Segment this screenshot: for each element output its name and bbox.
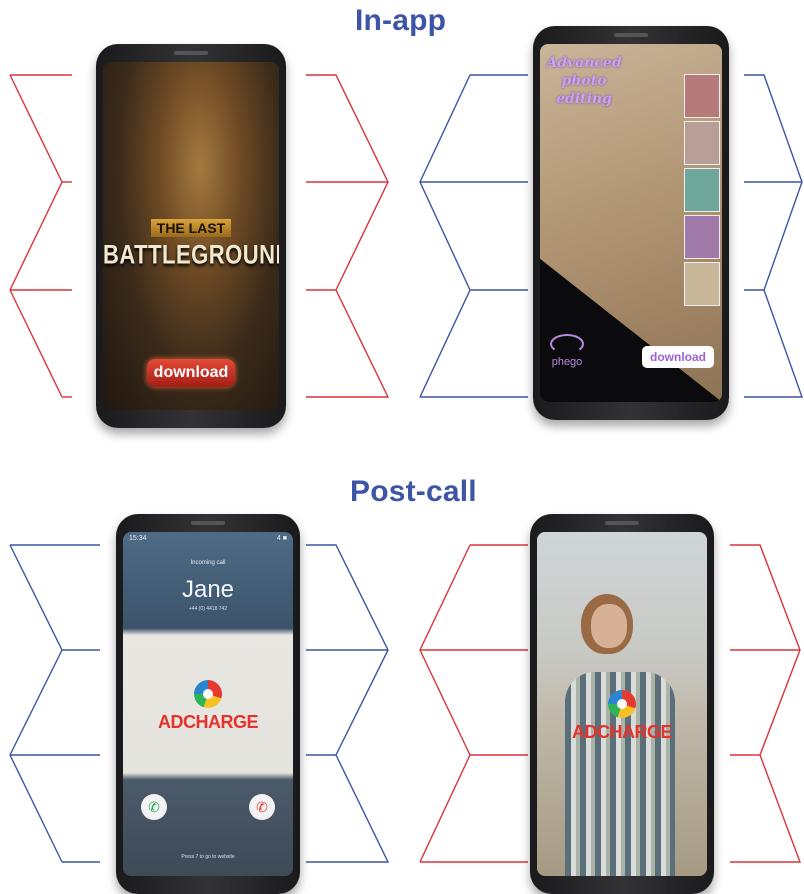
section-heading-post-call: Post-call [350,475,477,508]
game-title-small: THE LAST [150,219,232,237]
caller-number: +44 (0) 4418 742 [188,606,228,612]
chevron-right-1 [744,74,803,398]
adcharge-banner: ADCHARGE [537,690,707,743]
game-ad-screen[interactable]: THE LAST BATTLEGROUND download [103,62,279,410]
adcharge-logo-icon [608,690,636,718]
chevron-between-2 [419,74,528,398]
photo-brand-logo: phego [550,334,584,368]
photo-filter-strip [684,74,720,306]
adcharge-wordmark: ADCHARGE [157,712,259,732]
filter-thumb [684,215,720,259]
phone-speaker [174,51,208,55]
photo-brand-name: phego [551,356,583,368]
filter-thumb [684,262,720,306]
website-hint: Press 7 to go to website [181,854,235,860]
photo-ad-screen[interactable]: Advanced photo editing phego download [540,44,722,402]
chevron-left-2 [9,544,100,863]
photo-ad-title: Advanced photo editing [546,55,622,107]
phone-speaker [191,521,225,525]
filter-thumb [684,168,720,212]
phone-photo-ad: Advanced photo editing phego download [533,26,729,420]
adcharge-wordmark: ADCHARGE [571,722,673,742]
filter-thumb [684,74,720,118]
status-battery: 4 ■ [276,535,287,542]
caller-name: Jane [181,576,235,603]
photo-download-button[interactable]: download [642,346,714,368]
chevron-between-3 [306,544,390,863]
phone-game-ad: THE LAST BATTLEGROUND download [96,44,286,428]
adcharge-banner[interactable]: ADCHARGE [123,680,293,733]
phone-speaker [605,521,639,525]
game-title-big: BATTLEGROUND [103,239,279,270]
chevron-left-1 [9,74,72,398]
woman-ad-screen[interactable]: ADCHARGE [537,532,707,876]
phone-speaker [614,33,648,37]
answer-call-button[interactable]: ✆ [141,794,167,820]
chevron-right-2 [730,544,802,863]
woman-face [591,604,627,648]
status-time: 15:34 [129,535,147,542]
section-heading-in-app: In-app [355,4,447,37]
phone-call-screen: 15:34 4 ■ Incoming call Jane +44 (0) 441… [116,514,300,894]
incoming-label: Incoming call [190,560,226,566]
adcharge-logo-icon [194,680,222,708]
chevron-between-1 [306,74,390,398]
phone-woman-ad: ADCHARGE [530,514,714,894]
chevron-between-4 [419,544,528,863]
phego-logo-icon [550,334,584,354]
game-tagline-top: THE LAST [103,219,279,238]
decline-call-button[interactable]: ✆ [249,794,275,820]
call-screen: 15:34 4 ■ Incoming call Jane +44 (0) 441… [123,532,293,876]
game-download-button[interactable]: download [147,359,235,387]
status-bar: 15:34 4 ■ [129,535,287,542]
filter-thumb [684,121,720,165]
